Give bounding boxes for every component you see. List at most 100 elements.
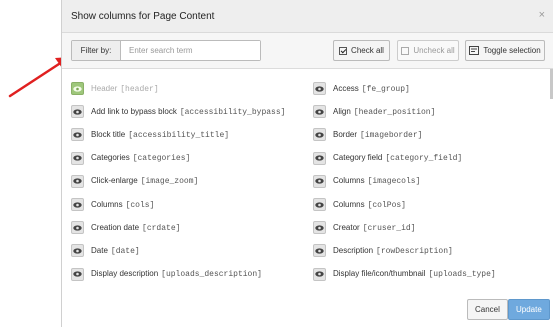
eye-icon[interactable]	[71, 267, 84, 281]
column-name: Columns	[333, 199, 365, 209]
toggle-selection-icon	[469, 46, 480, 55]
column-row[interactable]: Display description [uploads_description]	[71, 263, 285, 286]
show-columns-dialog: Show columns for Page Content × Filter b…	[61, 0, 553, 327]
column-name: Border	[333, 129, 358, 139]
column-name: Creation date	[91, 222, 140, 232]
eye-icon[interactable]	[313, 128, 326, 142]
eye-icon[interactable]	[71, 221, 84, 235]
column-label: Display file/icon/thumbnail [uploads_type…	[333, 269, 496, 279]
columns-right: Access [fe_group] Align [header_position] Bo…	[313, 77, 496, 286]
eye-icon[interactable]	[71, 198, 84, 212]
eye-icon[interactable]	[313, 82, 326, 96]
column-field: [image_zoom]	[140, 177, 199, 187]
close-icon[interactable]: ×	[539, 9, 545, 21]
column-field: [uploads_type]	[428, 270, 496, 280]
column-row[interactable]: Display file/icon/thumbnail [uploads_type…	[313, 263, 496, 286]
column-label: Creator [cruser_id]	[333, 223, 416, 233]
column-row[interactable]: Header [header]	[71, 77, 285, 100]
column-field: [colPos]	[367, 200, 406, 210]
filter-label: Filter by:	[72, 41, 121, 60]
column-name: Display description	[91, 269, 159, 279]
column-row[interactable]: Category field [category_field]	[313, 147, 496, 170]
column-row[interactable]: Creation date [crdate]	[71, 216, 285, 239]
eye-icon[interactable]	[71, 174, 84, 188]
eye-icon[interactable]	[71, 244, 84, 258]
column-label: Access [fe_group]	[333, 84, 410, 94]
filter-search-input[interactable]	[121, 41, 260, 60]
column-row[interactable]: Block title [accessibility_title]	[71, 123, 285, 146]
dialog-footer: Cancel Update	[62, 291, 553, 327]
eye-icon[interactable]	[313, 221, 326, 235]
column-row[interactable]: Click-enlarge [image_zoom]	[71, 170, 285, 193]
toggle-selection-button[interactable]: Toggle selection	[465, 40, 545, 61]
column-field: [header]	[120, 84, 159, 94]
eye-icon[interactable]	[313, 151, 326, 165]
columns-list: Header [header] Add link to bypass block [a…	[62, 69, 553, 292]
column-row[interactable]: Date [date]	[71, 239, 285, 262]
column-field: [rowDescription]	[376, 246, 453, 256]
column-name: Add link to bypass block	[91, 106, 177, 116]
eye-icon[interactable]	[313, 198, 326, 212]
column-field: [imagecols]	[367, 177, 421, 187]
column-row[interactable]: Columns [imagecols]	[313, 170, 496, 193]
column-field: [fe_group]	[361, 84, 410, 94]
column-field: [cols]	[125, 200, 155, 210]
column-label: Category field [category_field]	[333, 153, 462, 163]
columns-left: Header [header] Add link to bypass block [a…	[71, 77, 285, 286]
column-name: Categories	[91, 153, 130, 163]
toggle-selection-label: Toggle selection	[483, 46, 541, 55]
eye-icon[interactable]	[71, 151, 84, 165]
eye-icon[interactable]	[313, 105, 326, 119]
eye-icon[interactable]	[313, 267, 326, 281]
column-label: Add link to bypass block [accessibility_b…	[91, 107, 285, 117]
column-label: Columns [colPos]	[333, 200, 406, 210]
column-label: Border [imageborder]	[333, 130, 422, 140]
column-row[interactable]: Categories [categories]	[71, 147, 285, 170]
column-row[interactable]: Border [imageborder]	[313, 123, 496, 146]
column-name: Display file/icon/thumbnail	[333, 269, 426, 279]
column-row[interactable]: Description [rowDescription]	[313, 239, 496, 262]
update-button[interactable]: Update	[508, 299, 550, 320]
column-name: Click-enlarge	[91, 176, 138, 186]
column-field: [category_field]	[385, 154, 463, 164]
dialog-header: Show columns for Page Content ×	[62, 0, 553, 33]
column-field: [cruser_id]	[362, 223, 416, 233]
column-field: [header_position]	[353, 107, 436, 117]
column-row[interactable]: Align [header_position]	[313, 100, 496, 123]
column-label: Categories [categories]	[91, 153, 190, 163]
column-label: Columns [imagecols]	[333, 176, 420, 186]
column-row[interactable]: Columns [cols]	[71, 193, 285, 216]
column-label: Creation date [crdate]	[91, 223, 180, 233]
eye-icon[interactable]	[71, 105, 84, 119]
column-name: Block title	[91, 129, 126, 139]
column-name: Header	[91, 83, 118, 93]
cancel-button[interactable]: Cancel	[467, 299, 508, 320]
column-row[interactable]: Add link to bypass block [accessibility_b…	[71, 100, 285, 123]
column-row[interactable]: Creator [cruser_id]	[313, 216, 496, 239]
check-all-button[interactable]: Check all	[333, 40, 390, 61]
column-name: Creator	[333, 222, 360, 232]
eye-icon[interactable]	[71, 82, 84, 96]
column-label: Display description [uploads_description]	[91, 269, 262, 279]
eye-icon[interactable]	[313, 244, 326, 258]
dialog-toolbar: Filter by: Check all Uncheck all Toggle …	[62, 33, 553, 69]
column-row[interactable]: Access [fe_group]	[313, 77, 496, 100]
checkbox-empty-icon	[401, 46, 410, 55]
column-field: [categories]	[132, 154, 191, 164]
column-row[interactable]: Columns [colPos]	[313, 193, 496, 216]
column-field: [date]	[110, 246, 140, 256]
column-label: Align [header_position]	[333, 107, 435, 117]
checkbox-checked-icon	[339, 46, 348, 55]
column-field: [accessibility_bypass]	[179, 107, 286, 117]
uncheck-all-label: Uncheck all	[413, 46, 455, 55]
column-label: Description [rowDescription]	[333, 246, 453, 256]
column-name: Date	[91, 245, 108, 255]
check-all-label: Check all	[351, 46, 384, 55]
column-label: Click-enlarge [image_zoom]	[91, 176, 198, 186]
eye-icon[interactable]	[71, 128, 84, 142]
column-name: Category field	[333, 153, 383, 163]
column-field: [accessibility_title]	[128, 130, 230, 140]
uncheck-all-button[interactable]: Uncheck all	[397, 40, 459, 61]
column-label: Block title [accessibility_title]	[91, 130, 229, 140]
eye-icon[interactable]	[313, 174, 326, 188]
